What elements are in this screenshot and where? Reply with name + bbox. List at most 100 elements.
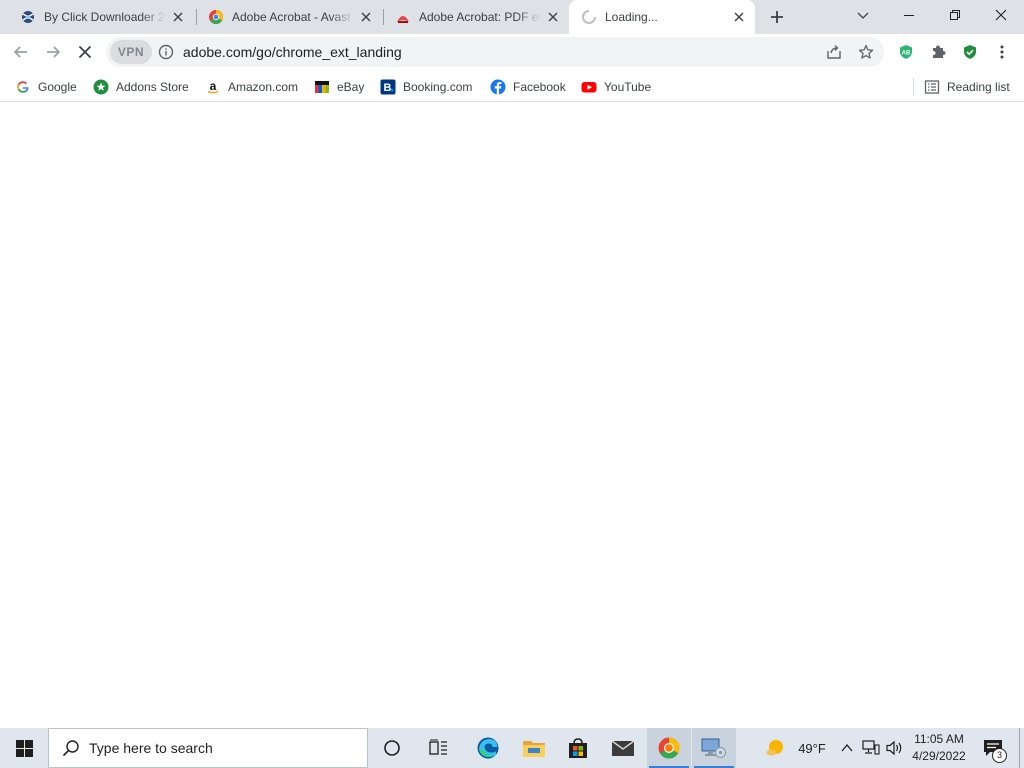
restore-button[interactable]	[932, 0, 978, 30]
extension-ab-label: AB	[902, 51, 911, 57]
weather-temp-text: 49°F	[798, 740, 826, 756]
tab-adobe-acrobat-pdf[interactable]: Adobe Acrobat: PDF ed	[383, 0, 569, 34]
svg-text:a: a	[210, 79, 217, 93]
share-icon	[827, 45, 841, 59]
bookmark-label: Booking.com	[403, 80, 473, 94]
address-bar[interactable]: VPN adobe.com/go/chrome_ext_landing	[106, 37, 884, 67]
youtube-icon	[581, 79, 597, 95]
file-explorer-folder-icon	[523, 741, 545, 757]
arrow-left-icon	[13, 46, 27, 58]
bookmark-youtube[interactable]: YouTube	[581, 75, 651, 99]
taskbar-clock[interactable]: 11:05 AM 4/29/2022	[904, 731, 974, 765]
url-text[interactable]: adobe.com/go/chrome_ext_landing	[183, 44, 402, 60]
forward-button[interactable]	[37, 36, 69, 68]
bookmark-label: YouTube	[604, 80, 652, 94]
speaker-volume-icon	[886, 740, 902, 756]
bookmark-label: Google	[38, 80, 77, 94]
bookmark-booking[interactable]: B Booking.com	[380, 75, 472, 99]
svg-text:B: B	[384, 82, 392, 94]
reading-list-button[interactable]: Reading list	[924, 75, 1010, 99]
taskbar-mail[interactable]	[601, 728, 645, 768]
bookmark-label: Facebook	[513, 80, 566, 94]
facebook-icon	[490, 79, 506, 95]
taskbar-microsoft-store[interactable]	[556, 728, 600, 768]
weather-widget[interactable]	[762, 728, 790, 768]
bookmark-google[interactable]: Google	[15, 75, 77, 99]
close-window-button[interactable]	[978, 0, 1024, 30]
search-placeholder: Type here to search	[89, 740, 213, 756]
extensions-button[interactable]	[922, 36, 954, 68]
task-view-button[interactable]	[417, 728, 461, 768]
bookmark-amazon[interactable]: a Amazon.com	[205, 75, 298, 99]
tab-strip: By Click Downloader 2. Adobe Acrobat - A…	[0, 0, 1024, 34]
chevron-down-icon	[857, 12, 869, 19]
minimize-icon	[904, 15, 914, 16]
tab-adobe-acrobat-avast[interactable]: Adobe Acrobat - Avast	[196, 0, 382, 34]
google-icon	[15, 79, 31, 95]
tab-title: Loading...	[605, 10, 658, 24]
security-extension-button[interactable]	[954, 36, 986, 68]
weather-sun-cloud-icon	[766, 740, 784, 756]
arrow-right-icon	[47, 46, 61, 58]
share-button[interactable]	[824, 42, 844, 62]
taskbar-chrome-active[interactable]	[647, 728, 691, 768]
adobe-acrobat-icon	[395, 9, 411, 25]
browser-menu-button[interactable]	[986, 36, 1018, 68]
vpn-button[interactable]: VPN	[110, 40, 152, 64]
bookmark-label: Amazon.com	[228, 80, 299, 94]
by-click-downloader-icon	[20, 9, 36, 25]
taskbar-search-box[interactable]: Type here to search	[48, 728, 368, 768]
chevron-up-icon	[841, 743, 853, 752]
bookmark-addons-store[interactable]: Addons Store	[93, 75, 189, 99]
cortana-button[interactable]	[370, 728, 414, 768]
info-icon[interactable]	[158, 44, 174, 60]
show-hidden-icons-button[interactable]	[836, 728, 858, 768]
close-icon[interactable]	[170, 9, 186, 25]
minimize-button[interactable]	[886, 0, 932, 30]
taskbar-edge[interactable]	[466, 728, 510, 768]
bookmark-star-button[interactable]	[856, 42, 876, 62]
tab-loading[interactable]: Loading...	[569, 0, 755, 34]
back-button[interactable]	[5, 36, 37, 68]
amazon-icon: a	[205, 79, 221, 95]
vpn-label: VPN	[117, 45, 145, 59]
close-icon[interactable]	[731, 9, 747, 25]
start-button[interactable]	[0, 728, 48, 768]
taskbar-remote-desktop[interactable]	[692, 728, 736, 768]
adblock-extension-button[interactable]: AB	[890, 36, 922, 68]
taskbar-file-explorer[interactable]	[512, 728, 556, 768]
kebab-menu-icon	[1000, 45, 1004, 59]
avast-store-icon	[208, 9, 224, 25]
close-icon[interactable]	[358, 9, 374, 25]
shield-check-icon	[964, 45, 976, 59]
bookmark-label: Addons Store	[116, 80, 189, 94]
tab-title: Adobe Acrobat - Avast	[232, 10, 351, 24]
bookmark-facebook[interactable]: Facebook	[490, 75, 566, 99]
close-icon[interactable]	[545, 9, 561, 25]
weather-temperature[interactable]: 49°F	[792, 728, 832, 768]
reading-list-icon	[924, 79, 940, 95]
tab-search-button[interactable]	[840, 0, 886, 30]
network-ethernet-icon	[862, 740, 880, 755]
new-tab-button[interactable]	[764, 4, 790, 30]
volume-button[interactable]	[884, 728, 906, 768]
booking-icon: B	[380, 79, 396, 95]
restore-icon	[950, 10, 960, 20]
close-icon	[995, 9, 1007, 21]
task-view-icon	[429, 739, 447, 755]
plus-icon	[771, 11, 783, 23]
reading-list-label: Reading list	[947, 80, 1010, 94]
puzzle-icon	[933, 45, 946, 58]
loading-spinner-icon	[581, 9, 597, 25]
cortana-circle-icon	[384, 740, 400, 756]
addons-store-icon	[93, 79, 109, 95]
stop-loading-button[interactable]	[69, 36, 101, 68]
action-center-button[interactable]: 3	[976, 728, 1010, 768]
bookmark-ebay[interactable]: eBay	[314, 75, 364, 99]
network-button[interactable]	[860, 728, 882, 768]
tab-title: Adobe Acrobat: PDF ed	[419, 10, 541, 24]
tab-by-click-downloader[interactable]: By Click Downloader 2.	[8, 0, 194, 34]
show-desktop-button[interactable]	[1019, 728, 1024, 768]
edge-browser-icon	[477, 737, 499, 759]
adblock-extension-icon: AB	[900, 45, 912, 59]
